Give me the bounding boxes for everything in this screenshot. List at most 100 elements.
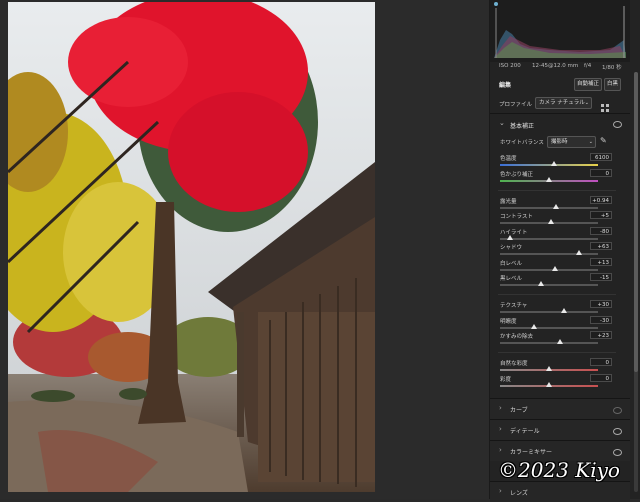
slider-label: 色温度 bbox=[500, 156, 517, 162]
section-title: カーブ bbox=[510, 407, 528, 414]
lens-value: 12-45@12.0 mm bbox=[532, 63, 579, 69]
divider bbox=[498, 190, 616, 191]
bw-button[interactable]: 白黒 bbox=[604, 78, 621, 91]
eyedropper-icon[interactable]: ✎ bbox=[600, 136, 607, 145]
wb-label: ホワイトバランス bbox=[500, 140, 544, 146]
iso-value: ISO 200 bbox=[499, 63, 521, 69]
profile-label: プロファイル bbox=[499, 102, 533, 108]
slider-row[interactable]: 黒レベル -15 bbox=[490, 273, 630, 290]
chevron-right-icon: › bbox=[499, 404, 502, 412]
aperture-value: f/4 bbox=[584, 63, 592, 69]
slider-row[interactable]: 色かぶり補正 0 bbox=[490, 169, 630, 186]
slider-value-field[interactable]: +13 bbox=[590, 258, 612, 266]
slider-row[interactable]: かすみの除去 +23 bbox=[490, 331, 630, 348]
slider-thumb[interactable] bbox=[538, 281, 545, 286]
profile-browser-icon[interactable] bbox=[601, 98, 610, 112]
slider-value-field[interactable]: -80 bbox=[590, 227, 612, 235]
slider-label: 色かぶり補正 bbox=[500, 172, 534, 178]
visibility-eye-icon[interactable] bbox=[613, 121, 622, 128]
slider-track[interactable] bbox=[500, 164, 598, 166]
slider-track[interactable] bbox=[500, 207, 598, 209]
slider-label: かすみの除去 bbox=[500, 334, 534, 340]
slider-label: 明瞭度 bbox=[500, 319, 517, 325]
section-title: ディテール bbox=[510, 428, 540, 435]
visibility-eye-icon[interactable] bbox=[613, 428, 622, 435]
wb-select[interactable]: 撮影時 ⌄ bbox=[547, 136, 596, 148]
slider-thumb[interactable] bbox=[550, 161, 557, 166]
image-canvas bbox=[0, 0, 489, 499]
basic-section-title: 基本補正 bbox=[510, 123, 535, 130]
slider-thumb[interactable] bbox=[506, 235, 513, 240]
wb-value: 撮影時 bbox=[551, 139, 568, 145]
wb-row: ホワイトバランス 撮影時 ⌄ ✎ bbox=[490, 136, 630, 148]
slider-thumb[interactable] bbox=[556, 339, 563, 344]
slider-thumb[interactable] bbox=[551, 266, 558, 271]
slider-value-field[interactable]: -30 bbox=[590, 316, 612, 324]
slider-track[interactable] bbox=[500, 327, 598, 329]
section-title: レンズ bbox=[510, 490, 528, 497]
chevron-down-icon: ⌄ bbox=[588, 139, 593, 145]
profile-select[interactable]: カメラ ナチュラル ⌄ bbox=[535, 97, 592, 109]
section-title: カラーミキサー bbox=[510, 449, 553, 456]
basic-section-header[interactable]: ⌄ 基本補正 bbox=[490, 118, 630, 132]
section-detail[interactable]: › ディテール bbox=[490, 419, 630, 440]
slider-value-field[interactable]: 0 bbox=[590, 358, 612, 366]
chevron-down-icon: ⌄ bbox=[584, 100, 589, 106]
slider-track[interactable] bbox=[500, 342, 598, 344]
slider-label: 黒レベル bbox=[500, 276, 523, 282]
slider-value-field[interactable]: +23 bbox=[590, 331, 612, 339]
slider-track[interactable] bbox=[500, 311, 598, 313]
divider bbox=[490, 113, 630, 114]
scrollbar-thumb[interactable] bbox=[634, 72, 638, 372]
visibility-eye-icon[interactable] bbox=[613, 407, 622, 414]
slider-track[interactable] bbox=[500, 238, 598, 240]
slider-row[interactable]: テクスチャ +30 bbox=[490, 300, 630, 317]
auto-button[interactable]: 自動補正 bbox=[574, 78, 602, 91]
slider-row[interactable]: 彩度 0 bbox=[490, 374, 630, 391]
slider-track[interactable] bbox=[500, 284, 598, 286]
slider-value-field[interactable]: +0.94 bbox=[590, 196, 612, 204]
chevron-right-icon: › bbox=[499, 487, 502, 495]
panel-scrollbar[interactable] bbox=[634, 72, 638, 492]
slider-value-field[interactable]: +5 bbox=[590, 211, 612, 219]
slider-label: ハイライト bbox=[500, 230, 528, 236]
edit-panel: ISO 200 12-45@12.0 mm f/4 1/80 秒 編集 自動補正… bbox=[489, 0, 640, 502]
histogram bbox=[490, 0, 630, 62]
divider bbox=[498, 294, 616, 295]
photo-image bbox=[8, 2, 375, 492]
slider-row[interactable]: シャドウ +63 bbox=[490, 242, 630, 259]
slider-thumb[interactable] bbox=[547, 219, 554, 224]
profile-value: カメラ ナチュラル bbox=[539, 100, 585, 106]
edit-header: 編集 自動補正 白黒 bbox=[490, 76, 630, 92]
chevron-right-icon: › bbox=[499, 446, 502, 454]
slider-track[interactable] bbox=[500, 269, 598, 271]
slider-value-field[interactable]: 0 bbox=[590, 374, 612, 382]
shutter-value: 1/80 秒 bbox=[602, 65, 622, 71]
slider-label: 彩度 bbox=[500, 377, 512, 383]
slider-thumb[interactable] bbox=[560, 308, 567, 313]
slider-label: 自然な彩度 bbox=[500, 361, 528, 367]
slider-row[interactable]: 色温度 6100 bbox=[490, 153, 630, 170]
slider-label: 露光量 bbox=[500, 199, 517, 205]
photo-preview[interactable] bbox=[8, 2, 375, 492]
section-curve[interactable]: › カーブ bbox=[490, 398, 630, 419]
slider-row[interactable]: 自然な彩度 0 bbox=[490, 358, 630, 375]
slider-thumb[interactable] bbox=[552, 204, 559, 209]
edit-title: 編集 bbox=[499, 82, 512, 89]
slider-thumb[interactable] bbox=[546, 366, 552, 371]
visibility-eye-icon[interactable] bbox=[613, 449, 622, 456]
slider-thumb[interactable] bbox=[546, 177, 552, 182]
slider-track[interactable] bbox=[500, 253, 598, 255]
slider-value-field[interactable]: +63 bbox=[590, 242, 612, 250]
slider-row[interactable]: コントラスト +5 bbox=[490, 211, 630, 228]
slider-label: コントラスト bbox=[500, 214, 533, 220]
slider-value-field[interactable]: 0 bbox=[590, 169, 612, 177]
slider-value-field[interactable]: 6100 bbox=[590, 153, 612, 161]
slider-thumb[interactable] bbox=[531, 324, 538, 329]
divider bbox=[498, 352, 616, 353]
slider-value-field[interactable]: -15 bbox=[590, 273, 612, 281]
copyright-watermark: ©2023 Kiyo bbox=[498, 458, 620, 482]
slider-value-field[interactable]: +30 bbox=[590, 300, 612, 308]
slider-thumb[interactable] bbox=[546, 382, 552, 387]
slider-thumb[interactable] bbox=[576, 250, 583, 255]
